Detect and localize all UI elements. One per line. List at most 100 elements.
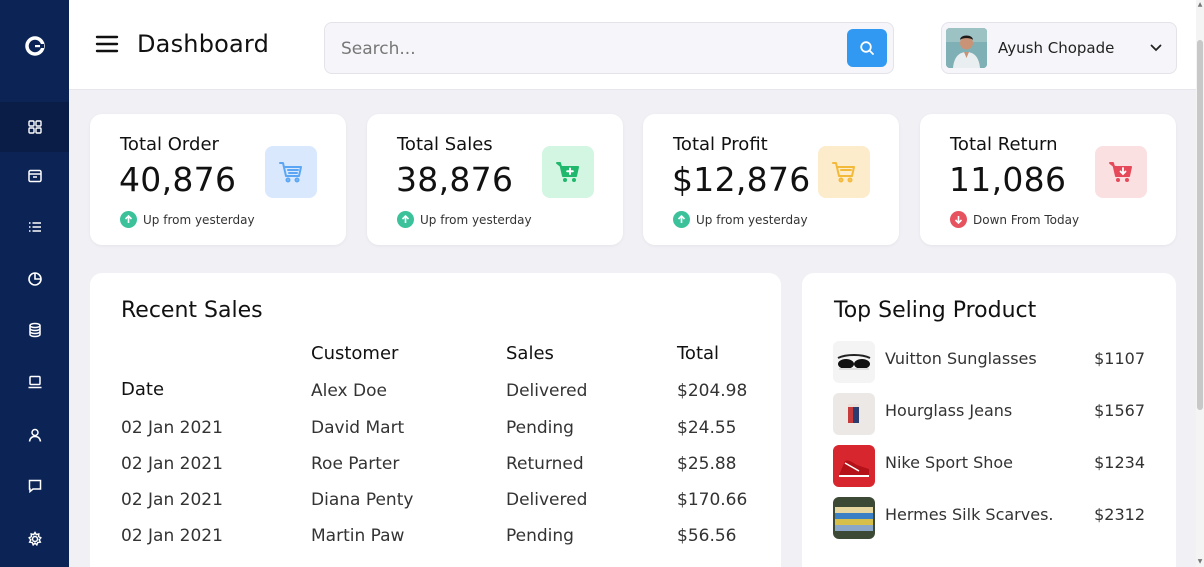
stat-icon-badge	[542, 146, 594, 198]
user-icon	[28, 428, 41, 442]
cell-total: $25.88	[677, 454, 737, 474]
nav-dashboard[interactable]	[0, 102, 69, 152]
top-selling-title: Top Seling Product	[834, 298, 1037, 323]
cell-date: 02 Jan 2021	[121, 490, 223, 510]
product-price: $1567	[1094, 401, 1145, 420]
cell-customer: David Mart	[311, 418, 405, 438]
cart-return-icon	[1109, 162, 1132, 182]
search-button[interactable]	[847, 29, 887, 67]
trend-indicator: Down From Today	[950, 211, 1079, 228]
stat-label: Total Sales	[397, 134, 493, 155]
laptop-icon	[28, 375, 41, 389]
nav-users[interactable]	[0, 410, 69, 460]
arrow-up-icon	[397, 211, 414, 228]
trend-text: Up from yesterday	[143, 212, 255, 227]
cell-total: $170.66	[677, 490, 748, 510]
cell-date: 02 Jan 2021	[121, 454, 223, 474]
list-item[interactable]: Nike Sport Shoe $1234	[833, 445, 1148, 489]
product-price: $1107	[1094, 349, 1145, 368]
product-price: $1234	[1094, 453, 1145, 472]
nav-list[interactable]	[0, 202, 69, 252]
database-icon	[28, 322, 41, 338]
stat-label: Total Return	[950, 134, 1058, 155]
settings-icon	[27, 531, 42, 547]
cell-total: $24.55	[677, 418, 737, 438]
stat-value: 11,086	[949, 160, 1067, 199]
arrow-up-icon	[673, 211, 690, 228]
jeans-icon	[848, 404, 859, 423]
search-box	[324, 22, 894, 74]
stat-card-total-sales: Total Sales 38,876 Up from yesterday	[367, 114, 623, 245]
sidebar	[0, 0, 69, 567]
column-header-sales: Sales	[506, 343, 554, 364]
stat-icon-badge	[265, 146, 317, 198]
list-icon	[28, 222, 41, 232]
product-image	[833, 341, 875, 383]
product-name: Hourglass Jeans	[885, 401, 1013, 420]
stat-card-total-order: Total Order 40,876 Up from yesterday	[90, 114, 346, 245]
product-image	[833, 497, 875, 539]
recent-sales-panel: Recent Sales Date Customer Sales Total A…	[90, 273, 781, 567]
trend-text: Down From Today	[973, 212, 1080, 227]
cell-sales: Pending	[506, 526, 574, 546]
stat-value: 38,876	[396, 160, 514, 199]
stat-card-total-profit: Total Profit $12,876 Up from yesterday	[643, 114, 899, 245]
page-scrollbar[interactable]: ▲ ▼	[1196, 0, 1204, 567]
nav-devices[interactable]	[0, 357, 69, 407]
list-item[interactable]: Hermes Silk Scarves. $2312	[833, 497, 1148, 541]
cart-plus-icon	[556, 162, 579, 182]
column-header-customer: Customer	[311, 343, 399, 364]
user-profile-dropdown[interactable]: Ayush Chopade	[941, 22, 1177, 74]
nav-messages[interactable]	[0, 461, 69, 511]
trend-text: Up from yesterday	[420, 212, 532, 227]
page-title: Dashboard	[137, 30, 270, 58]
cell-customer: Alex Doe	[311, 381, 387, 401]
search-input[interactable]	[341, 37, 821, 61]
cell-total: $56.56	[677, 526, 737, 546]
cell-sales: Returned	[506, 454, 584, 474]
stat-icon-badge	[1095, 146, 1147, 198]
message-icon	[28, 479, 41, 494]
list-item[interactable]: Hourglass Jeans $1567	[833, 393, 1148, 437]
stat-label: Total Profit	[673, 134, 768, 155]
scroll-thumb[interactable]	[1197, 40, 1203, 410]
product-price: $2312	[1094, 505, 1145, 524]
cell-sales: Delivered	[506, 490, 588, 510]
stat-label: Total Order	[120, 134, 219, 155]
arrow-down-icon	[950, 211, 967, 228]
column-header-total: Total	[677, 343, 720, 364]
avatar	[946, 28, 987, 68]
top-selling-panel: Top Seling Product Vuitton Sunglasses $1…	[802, 273, 1176, 567]
stat-card-total-return: Total Return 11,086 Down From Today	[920, 114, 1176, 245]
cell-customer: Martin Paw	[311, 526, 405, 546]
chevron-down-icon	[1150, 44, 1162, 52]
scroll-down-arrow-icon[interactable]: ▼	[1197, 559, 1203, 565]
trend-indicator: Up from yesterday	[397, 211, 532, 228]
nav-reports[interactable]	[0, 254, 69, 304]
cell-date: 02 Jan 2021	[121, 526, 223, 546]
nav-database[interactable]	[0, 305, 69, 355]
cart-icon	[279, 162, 302, 183]
sunglasses-icon	[837, 354, 871, 370]
avatar-photo-icon	[946, 28, 987, 68]
hamburger-menu-icon[interactable]	[95, 34, 119, 54]
archive-icon	[27, 169, 42, 183]
scarves-icon	[835, 507, 873, 531]
recent-sales-title: Recent Sales	[121, 298, 263, 323]
search-icon	[860, 41, 874, 55]
logo[interactable]	[0, 0, 69, 92]
nav-archive[interactable]	[0, 151, 69, 201]
nav-settings[interactable]	[0, 514, 69, 564]
cell-sales: Delivered	[506, 381, 588, 401]
cell-customer: Roe Parter	[311, 454, 400, 474]
stat-value: $12,876	[672, 160, 811, 199]
stat-icon-badge	[818, 146, 870, 198]
user-name: Ayush Chopade	[998, 39, 1115, 57]
list-item[interactable]: Vuitton Sunglasses $1107	[833, 341, 1148, 385]
column-header-date: Date	[121, 379, 165, 400]
trend-indicator: Up from yesterday	[120, 211, 255, 228]
scroll-up-arrow-icon[interactable]: ▲	[1197, 2, 1203, 8]
cell-sales: Pending	[506, 418, 574, 438]
arrow-up-icon	[120, 211, 137, 228]
logo-c-icon	[24, 36, 45, 56]
